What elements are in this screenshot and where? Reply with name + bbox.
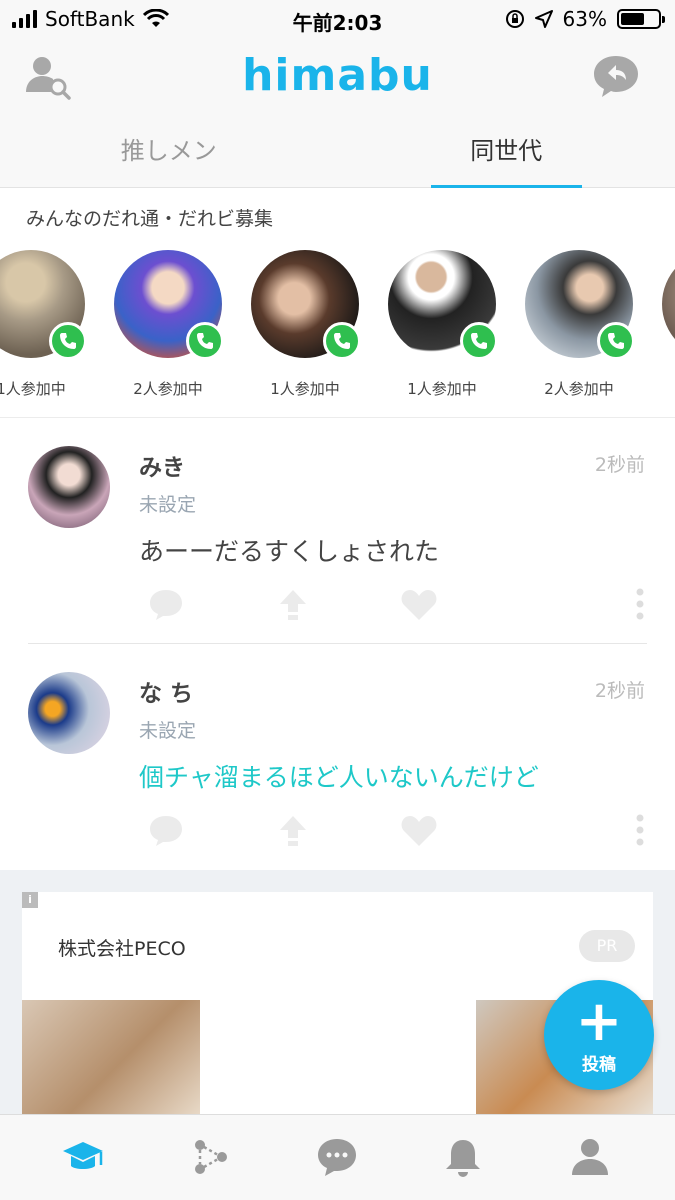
app-header: himabu: [0, 38, 675, 122]
phone-icon: [49, 322, 87, 360]
chat-reply-icon[interactable]: [591, 52, 641, 102]
graduation-cap-icon[interactable]: [61, 1135, 105, 1179]
rotation-lock-icon: [505, 10, 524, 28]
network-icon[interactable]: [188, 1135, 232, 1179]
post-card[interactable]: な ち 未設定 個チャ溜まるほど人いないんだけど 2秒前: [0, 644, 675, 870]
ad-advertiser: 株式会社PECO: [58, 938, 186, 960]
room-item[interactable]: 2人参加中: [103, 250, 233, 399]
call-rooms-section: みんなのだれ通・だれビ募集 1人参加中 2人参加中 1人参加中 1人参加中 2人…: [0, 188, 675, 418]
room-count: 1人参加中: [407, 380, 477, 398]
post-time: 2秒前: [594, 680, 645, 702]
more-options-icon[interactable]: [636, 814, 644, 848]
room-count: 2人参加中: [544, 380, 614, 398]
room-avatar: [0, 250, 87, 360]
compose-post-button[interactable]: + 投稿: [544, 980, 654, 1090]
room-item[interactable]: 1人参加中: [240, 250, 370, 399]
post-author[interactable]: みき: [139, 448, 185, 482]
tab-oshimen[interactable]: 推しメン: [0, 122, 338, 187]
status-bar: SoftBank 午前2:03 63%: [0, 0, 675, 38]
post-author-status: 未設定: [139, 720, 197, 742]
repost-arrow-icon[interactable]: [278, 814, 308, 848]
room-avatar: [114, 250, 224, 360]
heart-icon[interactable]: [400, 588, 438, 622]
post-avatar[interactable]: [28, 446, 110, 528]
comment-icon[interactable]: [148, 588, 184, 622]
phone-icon: [460, 322, 498, 360]
app-logo: himabu: [242, 50, 433, 101]
ad-image[interactable]: [22, 1000, 200, 1115]
room-avatar: [251, 250, 361, 360]
post-text: あーーだるすくしょされた: [139, 537, 440, 566]
chat-bubble-icon[interactable]: [315, 1135, 359, 1179]
heart-icon[interactable]: [400, 814, 438, 848]
ad-info-icon[interactable]: i: [22, 892, 38, 908]
room-item[interactable]: 2人参加中: [514, 250, 644, 399]
room-item[interactable]: 1人参加中: [0, 250, 96, 399]
room-item[interactable]: [651, 250, 675, 358]
post-actions: [148, 814, 648, 850]
post-time: 2秒前: [594, 454, 645, 476]
room-count: 1人参加中: [270, 380, 340, 398]
phone-icon: [186, 322, 224, 360]
post-author[interactable]: な ち: [139, 674, 193, 708]
room-count: 2人参加中: [133, 380, 203, 398]
repost-arrow-icon[interactable]: [278, 588, 308, 622]
location-icon: [534, 10, 553, 28]
post-text: 個チャ溜まるほど人いないんだけど: [139, 763, 539, 792]
post-avatar[interactable]: [28, 672, 110, 754]
comment-icon[interactable]: [148, 814, 184, 848]
battery-percent: 63%: [562, 7, 607, 31]
tab-same-generation[interactable]: 同世代: [338, 122, 675, 188]
bottom-nav: [0, 1114, 675, 1200]
room-avatar: [662, 250, 675, 358]
room-item[interactable]: 1人参加中: [377, 250, 507, 399]
profile-icon[interactable]: [568, 1135, 612, 1179]
pr-badge: PR: [579, 930, 635, 962]
room-avatar: [388, 250, 498, 360]
rooms-title: みんなのだれ通・だれビ募集: [26, 208, 274, 230]
post-actions: [148, 588, 648, 624]
plus-icon: +: [575, 989, 623, 1054]
phone-icon: [597, 322, 635, 360]
tab-bar: 推しメン 同世代: [0, 122, 675, 188]
compose-label: 投稿: [582, 1055, 616, 1075]
battery-icon: [617, 9, 665, 29]
post-card[interactable]: みき 未設定 あーーだるすくしょされた 2秒前: [0, 418, 675, 644]
room-avatar: [525, 250, 635, 360]
post-author-status: 未設定: [139, 494, 197, 516]
room-count: 1人参加中: [0, 380, 66, 398]
more-options-icon[interactable]: [636, 588, 644, 622]
phone-icon: [323, 322, 361, 360]
status-right: 63%: [505, 7, 665, 31]
bell-icon[interactable]: [441, 1135, 485, 1179]
